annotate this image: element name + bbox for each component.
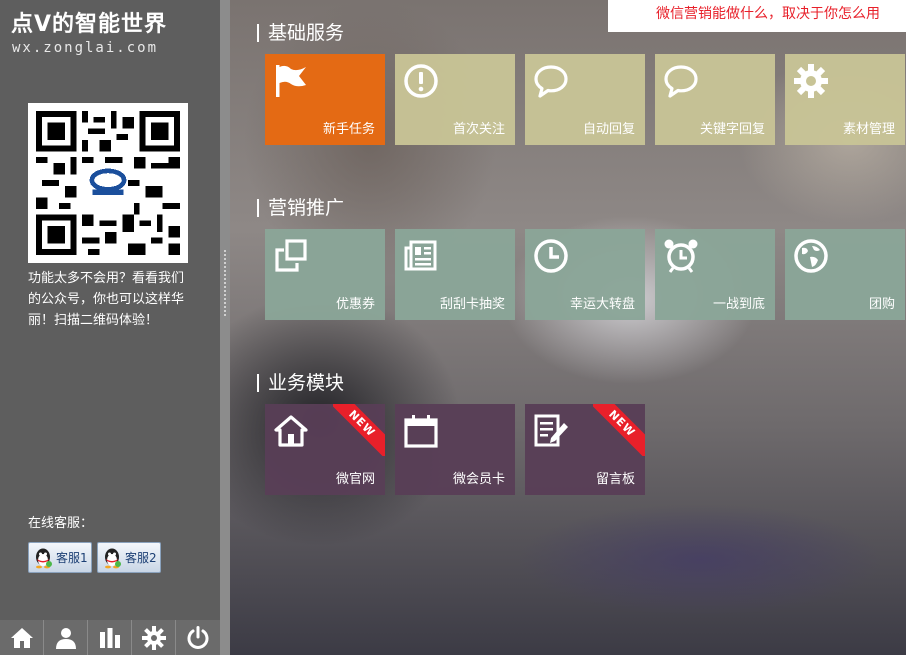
scrolling-notice: 微信营销能做什么，取决于你怎么用 <box>608 0 906 32</box>
tile-first-follow[interactable]: 首次关注 <box>395 54 515 145</box>
gear-icon <box>141 625 166 650</box>
new-badge: NEW <box>333 404 385 456</box>
customer-service-2-button[interactable]: 客服2 <box>97 542 161 573</box>
tile-label: 留言板 <box>595 472 635 487</box>
tile-quiz-battle[interactable]: 一战到底 <box>655 229 775 320</box>
tile-scratch-card[interactable]: 刮刮卡抽奖 <box>395 229 515 320</box>
bottom-toolbar <box>0 620 220 655</box>
tile-membership-card[interactable]: 微会员卡 <box>395 404 515 495</box>
exclamation-circle-icon <box>404 64 438 98</box>
edit-note-icon <box>534 414 568 447</box>
qq-penguin-icon <box>36 548 52 568</box>
qr-code <box>28 103 188 263</box>
customer-service-1-button[interactable]: 客服1 <box>28 542 92 573</box>
tile-label: 新手任务 <box>322 122 375 137</box>
main-content: 微信营销能做什么，取决于你怎么用 基础服务 新手任务 首次关注 自动回复 关键字… <box>230 0 906 655</box>
tile-micro-website[interactable]: NEW 微官网 <box>265 404 385 495</box>
tile-label: 关键字回复 <box>699 122 765 137</box>
logout-button[interactable] <box>176 620 220 655</box>
splitter-grip[interactable] <box>224 250 226 316</box>
tile-lucky-wheel[interactable]: 幸运大转盘 <box>525 229 645 320</box>
section-title-business-modules: 业务模块 <box>257 374 344 393</box>
customer-service-1-label: 客服1 <box>56 551 88 565</box>
brand-title: 点V的智能世界 <box>11 12 168 37</box>
tile-label: 微官网 <box>335 472 375 487</box>
sidebar: 点V的智能世界 wx.zonglai.com 功能太多不会用？看看我们的公众号，… <box>0 0 220 655</box>
tile-message-board[interactable]: NEW 留言板 <box>525 404 645 495</box>
tile-label: 刮刮卡抽奖 <box>439 297 505 312</box>
section-title-marketing: 营销推广 <box>257 199 344 218</box>
brand-url: wx.zonglai.com <box>12 40 159 56</box>
qq-penguin-icon <box>105 548 121 568</box>
tile-auto-reply[interactable]: 自动回复 <box>525 54 645 145</box>
calendar-icon <box>404 415 438 448</box>
alarm-clock-icon <box>664 239 698 273</box>
newspaper-icon <box>404 240 437 271</box>
qr-code-image <box>36 111 180 255</box>
speech-bubble-icon <box>664 65 698 98</box>
globe-icon <box>794 239 828 273</box>
tile-label: 幸运大转盘 <box>569 297 635 312</box>
customer-service-2-label: 客服2 <box>125 551 157 565</box>
house-icon <box>274 415 308 447</box>
tile-label: 优惠券 <box>335 297 375 312</box>
clock-icon <box>534 239 568 273</box>
home-icon <box>10 627 33 648</box>
tile-material-management[interactable]: 素材管理 <box>785 54 905 145</box>
customer-service-label: 在线客服： <box>28 516 94 531</box>
statistics-button[interactable] <box>88 620 132 655</box>
tile-label: 自动回复 <box>582 122 635 137</box>
bar-chart-icon <box>99 627 120 648</box>
tile-coupon[interactable]: 优惠券 <box>265 229 385 320</box>
tile-label: 素材管理 <box>842 122 895 137</box>
section-title-basic-services: 基础服务 <box>257 24 344 43</box>
sidebar-splitter[interactable] <box>220 0 230 655</box>
tile-keyword-reply[interactable]: 关键字回复 <box>655 54 775 145</box>
tile-label: 微会员卡 <box>452 472 505 487</box>
home-button[interactable] <box>0 620 44 655</box>
tile-label: 团购 <box>868 297 895 312</box>
user-icon <box>55 627 76 649</box>
user-button[interactable] <box>44 620 88 655</box>
tile-group-buy[interactable]: 团购 <box>785 229 905 320</box>
tile-newbie-task[interactable]: 新手任务 <box>265 54 385 145</box>
new-badge: NEW <box>593 404 645 456</box>
gear-icon <box>794 64 828 98</box>
speech-bubble-icon <box>534 65 568 98</box>
tile-label: 首次关注 <box>452 122 505 137</box>
tile-label: 一战到底 <box>712 297 765 312</box>
copy-squares-icon <box>275 239 307 272</box>
power-icon <box>187 625 209 649</box>
promo-text: 功能太多不会用？看看我们的公众号，你也可以这样华丽！扫描二维码体验！ <box>28 271 185 328</box>
flag-icon <box>276 65 306 97</box>
settings-button[interactable] <box>132 620 176 655</box>
